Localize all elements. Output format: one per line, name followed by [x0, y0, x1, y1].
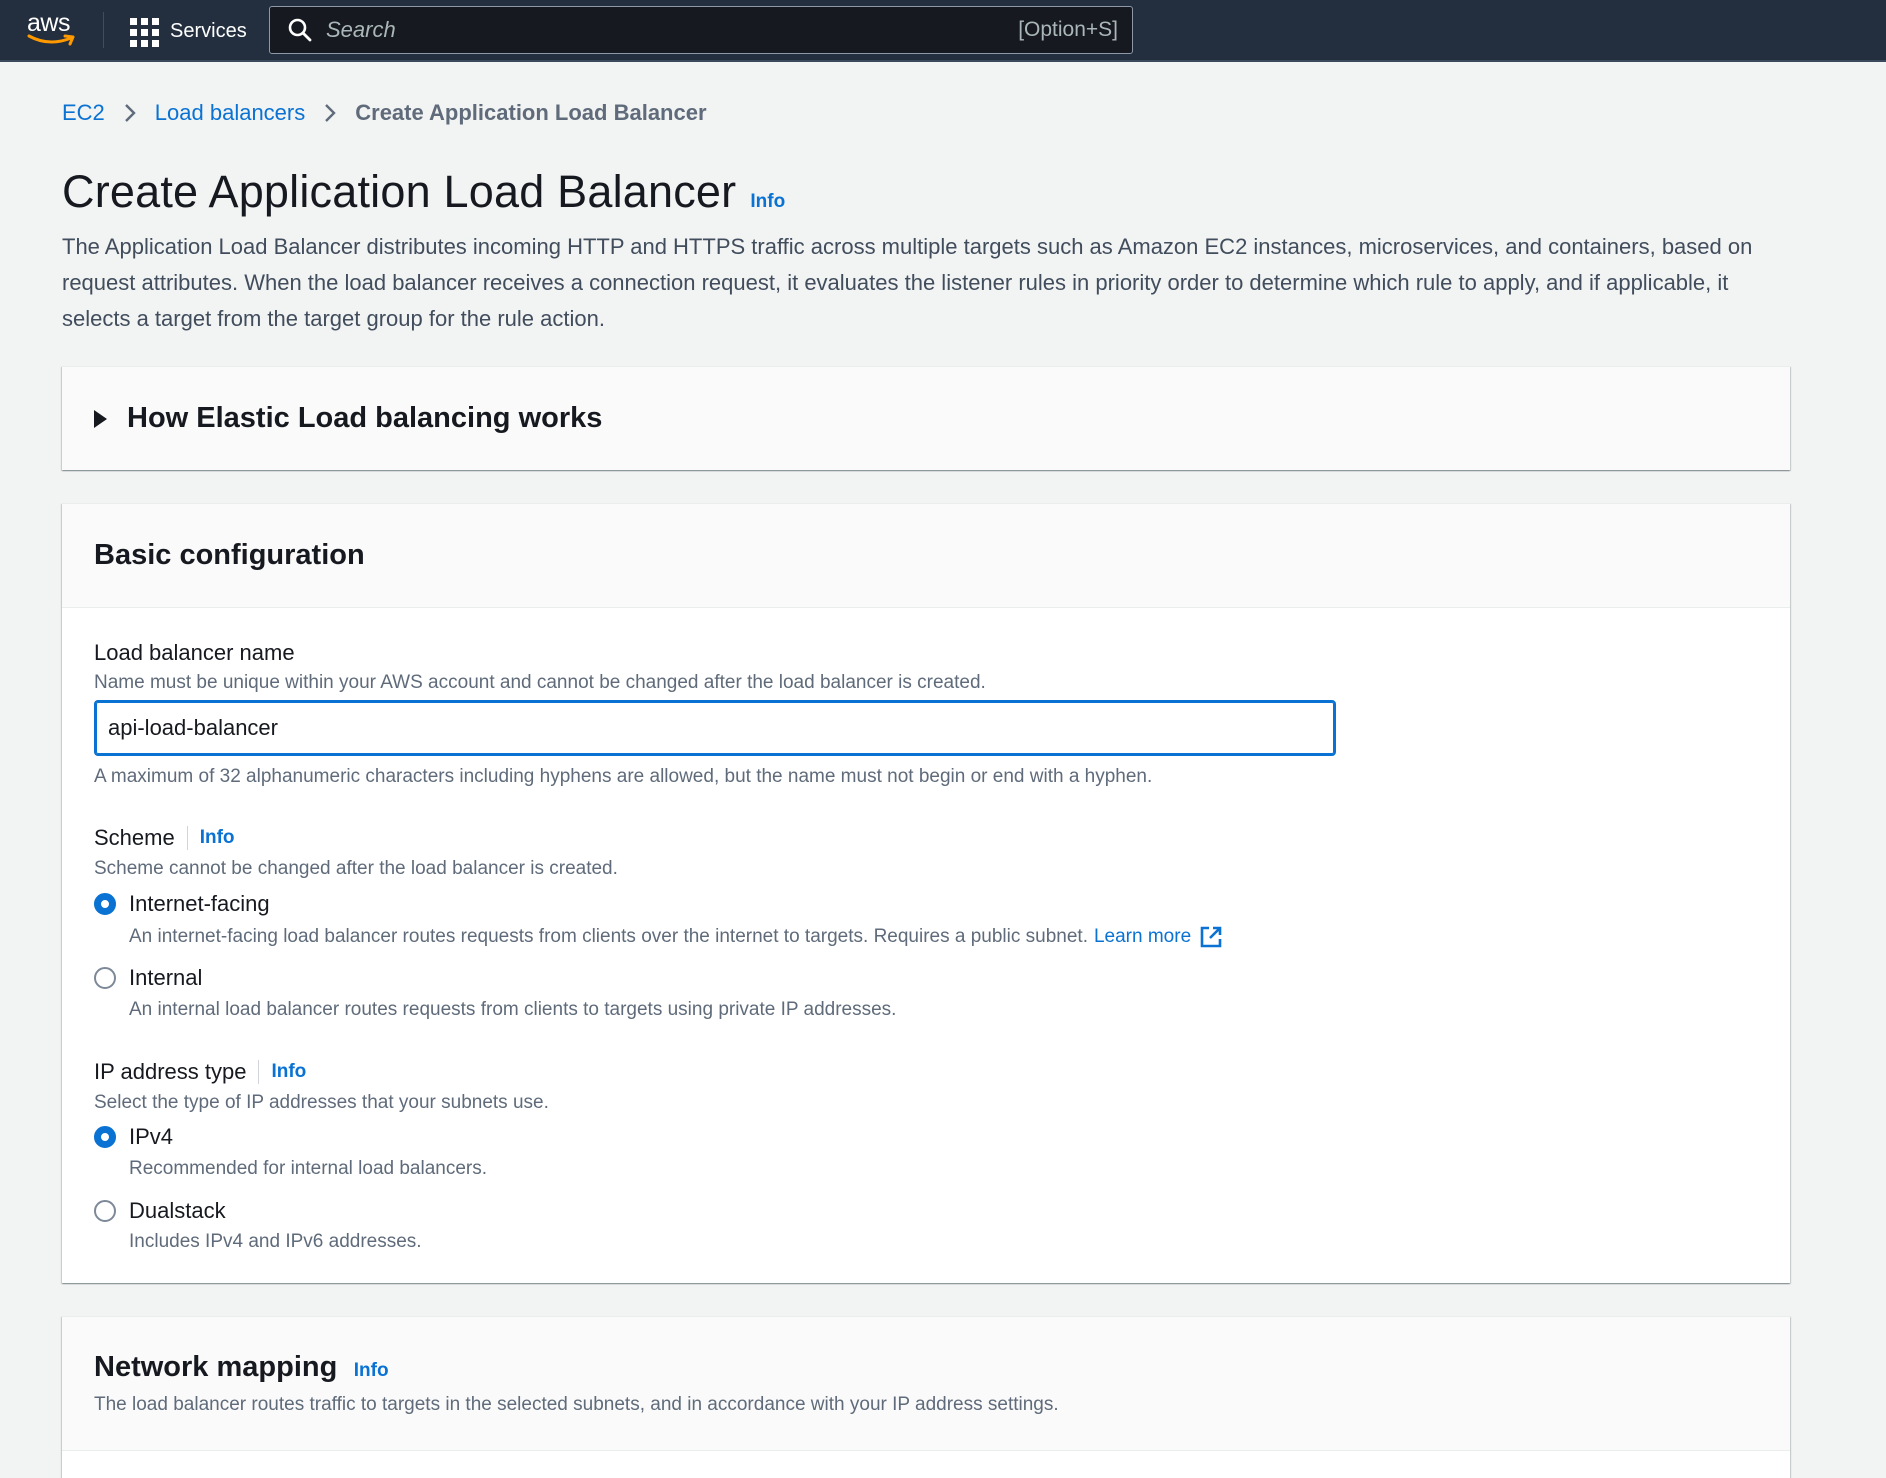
internal-description: An internal load balancer routes request… — [129, 999, 897, 1020]
ip-option-ipv4[interactable]: IPv4 — [94, 1124, 173, 1150]
load-balancer-name-input[interactable] — [94, 700, 1336, 756]
internet-facing-description-row: An internet-facing load balancer routes … — [129, 925, 1223, 949]
page-header: Create Application Load Balancer Info — [62, 166, 785, 218]
breadcrumb: EC2 Load balancers Create Application Lo… — [62, 100, 707, 126]
search-input[interactable] — [326, 17, 1019, 43]
search-bar[interactable]: [Option+S] — [269, 6, 1133, 54]
breadcrumb-link-ec2[interactable]: EC2 — [62, 100, 105, 126]
radio-dualstack[interactable] — [94, 1200, 116, 1222]
network-mapping-info-link[interactable]: Info — [354, 1360, 389, 1381]
load-balancer-name-group: Load balancer name Name must be unique w… — [94, 640, 1336, 788]
basic-configuration-header: Basic configuration — [62, 504, 1790, 608]
load-balancer-name-constraint: A maximum of 32 alphanumeric characters … — [94, 766, 1153, 787]
grid-icon — [128, 16, 159, 47]
label-divider — [186, 826, 188, 850]
ip-address-type-info-link[interactable]: Info — [271, 1061, 306, 1083]
chevron-right-icon — [325, 104, 336, 122]
breadcrumb-current: Create Application Load Balancer — [355, 100, 707, 125]
scheme-option-internet-facing[interactable]: Internet-facing — [94, 891, 270, 917]
chevron-right-icon — [124, 104, 136, 122]
network-mapping-header: Network mapping Info The load balancer r… — [62, 1317, 1790, 1451]
learn-more-link[interactable]: Learn more — [1094, 925, 1223, 949]
scheme-info-link[interactable]: Info — [200, 827, 235, 849]
external-link-icon — [1200, 926, 1222, 948]
scheme-description: Scheme cannot be changed after the load … — [94, 858, 618, 879]
radio-label-ipv4: IPv4 — [129, 1124, 174, 1149]
page-description: The Application Load Balancer distribute… — [62, 234, 1753, 331]
scheme-label: Scheme — [94, 825, 175, 850]
internet-facing-description: An internet-facing load balancer routes … — [129, 926, 1088, 947]
learn-more-label: Learn more — [1093, 926, 1192, 947]
page-title: Create Application Load Balancer — [62, 166, 737, 217]
top-navigation-bar: aws Services [Option+S] — [0, 0, 1886, 62]
radio-label-internet-facing: Internet-facing — [129, 891, 270, 916]
network-mapping-title: Network mapping — [94, 1351, 338, 1383]
ipv4-description: Recommended for internal load balancers. — [129, 1158, 488, 1179]
page-info-link[interactable]: Info — [750, 191, 785, 213]
search-icon — [288, 18, 312, 42]
caret-right-icon — [94, 409, 107, 428]
ip-address-type-description: Select the type of IP addresses that you… — [94, 1092, 549, 1113]
ip-option-dualstack[interactable]: Dualstack — [94, 1198, 226, 1224]
label-divider — [258, 1060, 260, 1084]
load-balancer-name-label: Load balancer name — [94, 640, 295, 665]
radio-internal[interactable] — [94, 967, 116, 989]
radio-internet-facing[interactable] — [94, 893, 116, 915]
ip-address-type-label-row: IP address type Info — [94, 1059, 306, 1085]
ip-address-type-label: IP address type — [94, 1059, 247, 1084]
network-mapping-description: The load balancer routes traffic to targ… — [94, 1394, 1059, 1415]
aws-logo[interactable]: aws — [27, 10, 79, 50]
breadcrumb-link-load-balancers[interactable]: Load balancers — [155, 100, 305, 126]
services-menu-button[interactable]: Services — [128, 14, 247, 48]
load-balancer-name-description: Name must be unique within your AWS acco… — [94, 672, 986, 693]
radio-label-internal: Internal — [129, 965, 203, 990]
aws-smile-icon — [27, 34, 75, 46]
topbar-divider — [103, 12, 104, 48]
basic-configuration-panel: Basic configuration Load balancer name N… — [62, 503, 1790, 1283]
services-label: Services — [170, 19, 247, 42]
dualstack-description: Includes IPv4 and IPv6 addresses. — [129, 1231, 422, 1252]
radio-ipv4[interactable] — [94, 1126, 116, 1148]
search-shortcut-hint: [Option+S] — [1018, 18, 1118, 41]
network-mapping-panel: Network mapping Info The load balancer r… — [62, 1316, 1790, 1478]
expander-title: How Elastic Load balancing works — [127, 402, 603, 434]
scheme-label-row: Scheme Info — [94, 825, 235, 851]
basic-configuration-title: Basic configuration — [94, 539, 365, 571]
scheme-option-internal[interactable]: Internal — [94, 965, 202, 991]
how-elb-works-expander[interactable]: How Elastic Load balancing works — [62, 366, 1790, 470]
radio-label-dualstack: Dualstack — [129, 1198, 226, 1223]
